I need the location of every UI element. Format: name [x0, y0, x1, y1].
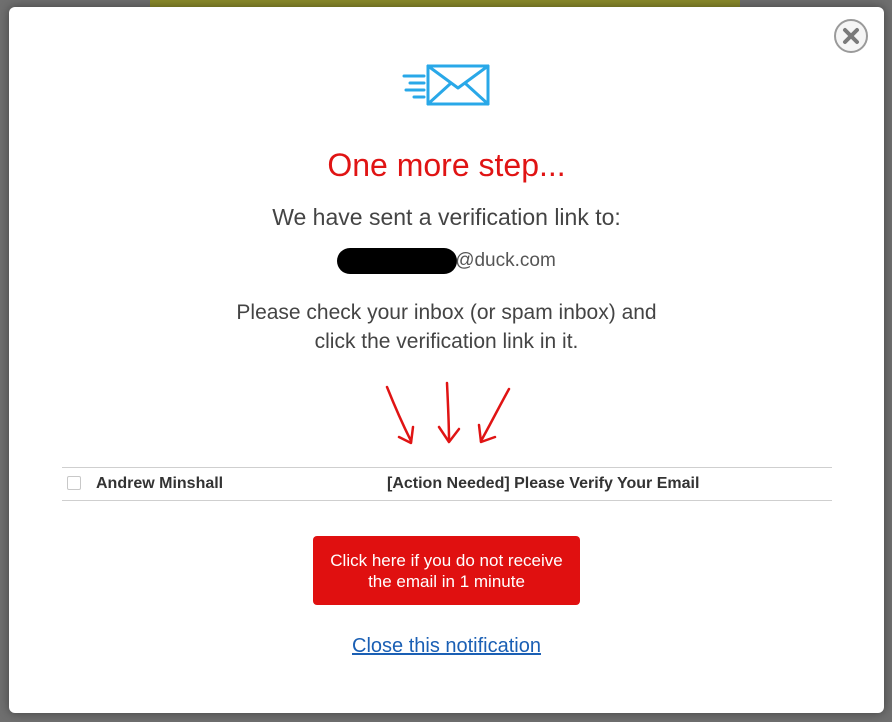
redacted-email-user: [337, 248, 458, 274]
inbox-subject: [Action Needed] Please Verify Your Email: [387, 475, 700, 492]
email-domain: @duck.com: [455, 250, 556, 272]
flying-envelope-icon: [402, 64, 490, 106]
instructions-line-1: Please check your inbox (or spam inbox) …: [236, 301, 657, 324]
close-notification-link[interactable]: Close this notification: [352, 635, 541, 657]
inbox-sender: Andrew Minshall: [96, 475, 224, 492]
resend-button-label: Click here if you do not receive the ema…: [330, 550, 563, 591]
inbox-preview-row: Andrew Minshall [Action Needed] Please V…: [62, 467, 832, 501]
close-x-icon: [843, 28, 859, 44]
sent-message: We have sent a verification link to:: [272, 204, 621, 230]
resend-email-button[interactable]: Click here if you do not receive the ema…: [313, 536, 580, 605]
down-arrows-icon: [385, 381, 511, 445]
verification-modal: One more step... We have sent a verifica…: [9, 7, 884, 713]
close-button[interactable]: [834, 19, 868, 53]
instructions-line-2: click the verification link in it.: [314, 330, 579, 353]
modal-title: One more step...: [327, 147, 566, 183]
email-address: @duck.com: [9, 248, 884, 274]
instructions: Please check your inbox (or spam inbox) …: [9, 298, 884, 356]
row-checkbox: [67, 476, 81, 490]
close-notification-wrapper: Close this notification: [9, 635, 884, 658]
